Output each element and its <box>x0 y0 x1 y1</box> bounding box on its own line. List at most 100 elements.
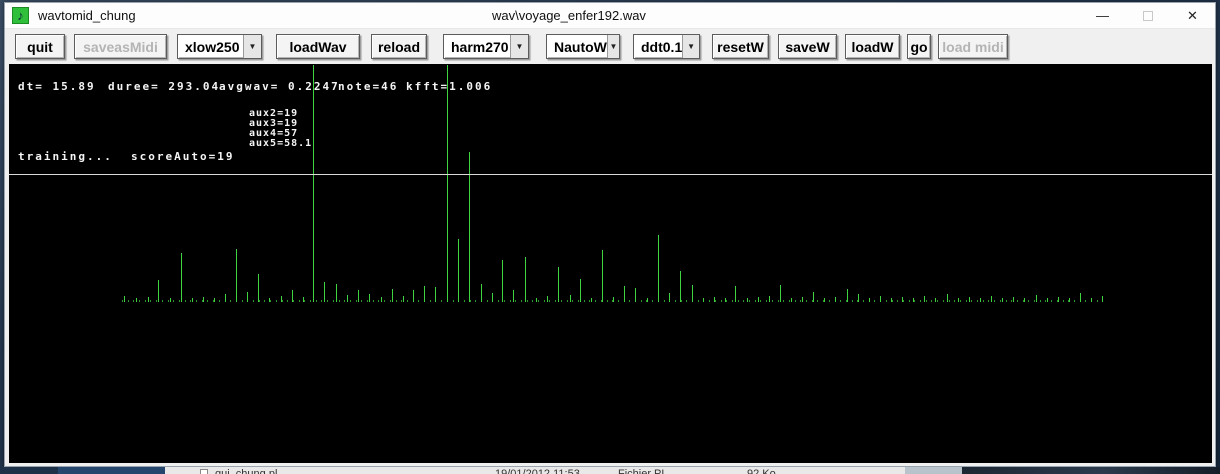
spectrum-spike <box>158 280 159 302</box>
spectrum-tick <box>806 300 807 302</box>
spectrum-tick <box>316 300 317 302</box>
spectrum-spike <box>192 298 193 302</box>
spectrum-tick <box>287 300 288 302</box>
spectrum-tick <box>920 300 921 302</box>
spectrum-tick <box>219 300 220 302</box>
spectrum-spike <box>258 274 259 302</box>
maximize-button <box>1125 3 1170 28</box>
spectrum-canvas[interactable]: dt= 15.89 duree= 293.04 avgwav= 0.2247 note… <box>9 64 1212 463</box>
spectrum-tick <box>686 300 687 302</box>
spectrum-spike <box>347 295 348 302</box>
spectrum-spike <box>181 253 182 302</box>
spectrum-spike <box>714 297 715 302</box>
spectrum-spike <box>214 298 215 302</box>
spectrum-tick <box>584 300 585 302</box>
loaded-file-path: wav\voyage_enfer192.wav <box>492 8 646 23</box>
maximize-icon <box>1142 10 1153 21</box>
spectrum-tick <box>310 300 311 302</box>
chevron-down-icon[interactable]: ▼ <box>243 35 261 58</box>
spectrum-tick <box>994 300 995 302</box>
spectrum-tick <box>738 300 739 302</box>
spectrum-tick <box>470 300 471 302</box>
spectrum-spike <box>492 293 493 302</box>
file-checkbox[interactable] <box>200 469 208 474</box>
spectrum-tick <box>373 300 374 302</box>
spectrum-tick <box>344 300 345 302</box>
spectrum-spike <box>635 288 636 302</box>
saveasmidi-button: saveasMidi <box>74 34 167 59</box>
spectrum-spike <box>958 298 959 302</box>
spectrum-tick <box>532 300 533 302</box>
quit-button[interactable]: quit <box>15 34 65 59</box>
spectrum-tick <box>168 300 169 302</box>
chevron-down-icon[interactable]: ▼ <box>510 35 528 58</box>
spectrum-tick <box>1011 300 1012 302</box>
explorer-pane-fragment <box>905 467 962 474</box>
reload-button[interactable]: reload <box>371 34 427 59</box>
spectrum-tick <box>914 300 915 302</box>
taskbar-button-fragment <box>58 467 165 474</box>
spectrum-tick <box>441 300 442 302</box>
spectrum-tick <box>276 300 277 302</box>
spectrum-tick <box>259 300 260 302</box>
taskbar-fragment <box>0 467 62 474</box>
spectrum-spike <box>669 293 670 302</box>
spectrum-spike <box>935 298 936 302</box>
spectrum-tick <box>407 300 408 302</box>
spectrum-tick <box>230 300 231 302</box>
ddt-select-value: ddt0.1 <box>641 38 683 55</box>
minimize-icon: — <box>1096 8 1109 23</box>
spectrum-spike <box>980 298 981 302</box>
close-button[interactable]: ✕ <box>1170 3 1215 28</box>
spectrum-tick <box>1034 300 1035 302</box>
loadw-button[interactable]: loadW <box>845 34 900 59</box>
resetw-button[interactable]: resetW <box>712 34 769 59</box>
nautow-select[interactable]: NautoW ▼ <box>546 34 620 59</box>
spectrum-spike <box>313 65 314 302</box>
spectrum-spike <box>891 298 892 302</box>
spectrum-tick <box>396 300 397 302</box>
spectrum-tick <box>150 300 151 302</box>
spectrum-spike <box>947 294 948 302</box>
spectrum-tick <box>715 300 716 302</box>
spectrum-tick <box>527 300 528 302</box>
chevron-down-icon[interactable]: ▼ <box>606 35 619 58</box>
spectrum-tick <box>475 300 476 302</box>
spectrum-tick <box>1074 300 1075 302</box>
harm-select[interactable]: harm270 ▼ <box>443 34 529 59</box>
chevron-down-icon[interactable]: ▼ <box>682 35 699 58</box>
spectrum-tick <box>943 300 944 302</box>
spectrum-tick <box>299 300 300 302</box>
spectrum-tick <box>1051 300 1052 302</box>
spectrum-spike <box>1047 298 1048 302</box>
ddt-select[interactable]: ddt0.1 ▼ <box>633 34 700 59</box>
spectrum-spike <box>647 298 648 302</box>
spectrum-spike <box>591 298 592 302</box>
spectrum-tick <box>675 300 676 302</box>
spectrum-spike <box>435 287 436 302</box>
spectrum-tick <box>515 300 516 302</box>
minimize-button[interactable]: — <box>1080 3 1125 28</box>
spectrum-tick <box>709 300 710 302</box>
spectrum-tick <box>567 300 568 302</box>
spectrum-tick <box>133 300 134 302</box>
file-name[interactable]: qui_chung.pl <box>215 468 277 474</box>
spectrum-tick <box>897 300 898 302</box>
xlow-select[interactable]: xlow250 ▼ <box>177 34 262 59</box>
spectrum-tick <box>333 300 334 302</box>
go-button[interactable]: go <box>907 34 931 59</box>
spectrum-spike <box>658 235 659 302</box>
spectrum-tick <box>145 300 146 302</box>
savew-button[interactable]: saveW <box>778 34 837 59</box>
spectrum-tick <box>760 300 761 302</box>
spectrum-tick <box>282 300 283 302</box>
spectrum-tick <box>555 300 556 302</box>
spectrum-tick <box>977 300 978 302</box>
spectrum-spike <box>424 286 425 302</box>
spectrum-tick <box>721 300 722 302</box>
loadwav-button[interactable]: loadWav <box>276 34 360 59</box>
spectrum-tick <box>350 300 351 302</box>
spectrum-tick <box>778 300 779 302</box>
spectrum-spike <box>780 285 781 302</box>
spectrum-tick <box>1085 300 1086 302</box>
